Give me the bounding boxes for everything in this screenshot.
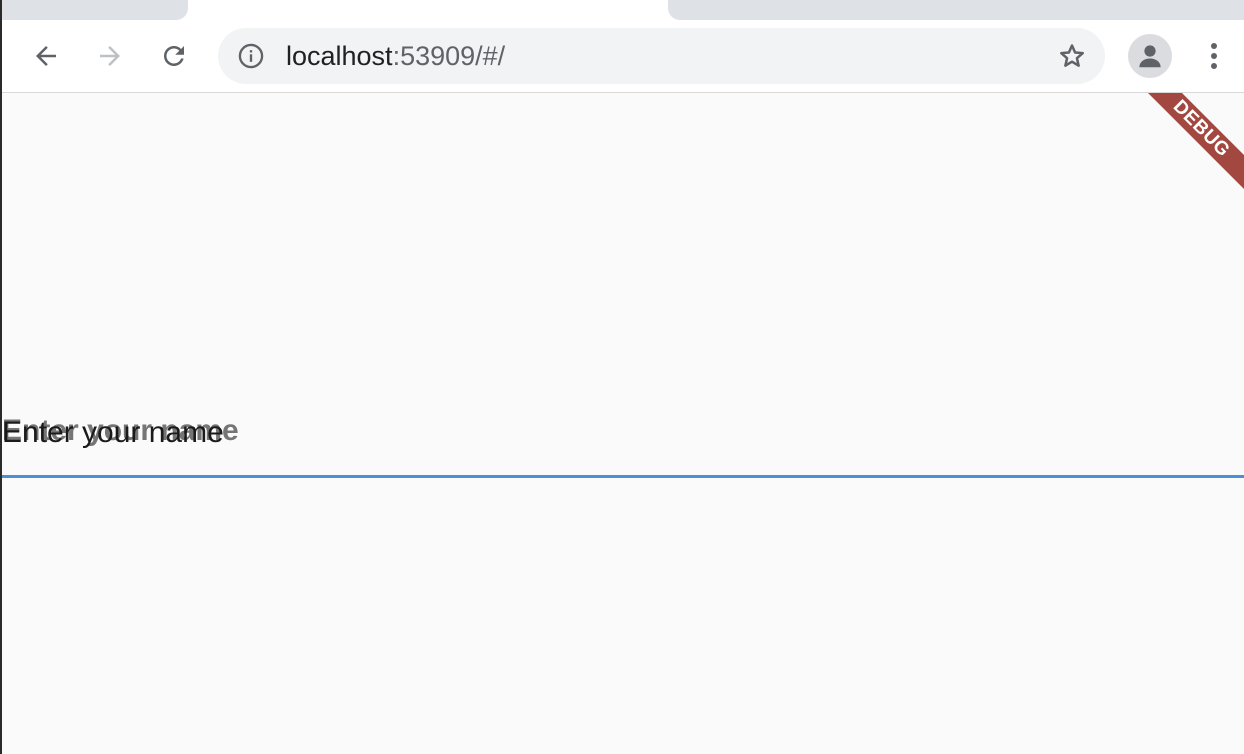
url-path: :53909/#/	[392, 41, 506, 71]
url-host: localhost	[286, 41, 393, 71]
bookmark-button[interactable]	[1057, 41, 1087, 71]
reload-icon	[164, 46, 184, 66]
tab-inactive-right[interactable]	[668, 0, 1244, 20]
debug-banner-label: DEBUG	[1134, 93, 1244, 198]
browser-menu-button[interactable]	[1196, 36, 1232, 76]
name-field-underline	[2, 475, 1244, 478]
arrow-right-icon	[100, 46, 120, 66]
browser-window: localhost:53909/#/ DEBUG Enter your name…	[0, 0, 1244, 754]
arrow-left-icon	[36, 46, 56, 66]
debug-banner: DEBUG	[1134, 93, 1244, 203]
profile-button[interactable]	[1128, 34, 1172, 78]
tab-strip	[0, 0, 1244, 20]
back-button[interactable]	[26, 36, 66, 76]
person-icon	[1139, 45, 1161, 68]
name-text-field[interactable]: Enter your name	[2, 401, 1244, 481]
tab-inactive-left[interactable]	[0, 0, 188, 20]
forward-button[interactable]	[90, 36, 130, 76]
star-icon	[1060, 44, 1084, 67]
browser-toolbar: localhost:53909/#/	[0, 20, 1244, 93]
url-text[interactable]: localhost:53909/#/	[286, 40, 505, 72]
name-input[interactable]	[2, 413, 1244, 453]
site-info-button[interactable]	[236, 41, 266, 71]
kebab-menu-icon	[1211, 43, 1217, 69]
reload-button[interactable]	[154, 36, 194, 76]
window-edge	[0, 0, 2, 754]
address-bar[interactable]: localhost:53909/#/	[218, 28, 1105, 84]
info-icon	[238, 43, 264, 69]
flutter-page: DEBUG Enter your name	[2, 93, 1244, 754]
